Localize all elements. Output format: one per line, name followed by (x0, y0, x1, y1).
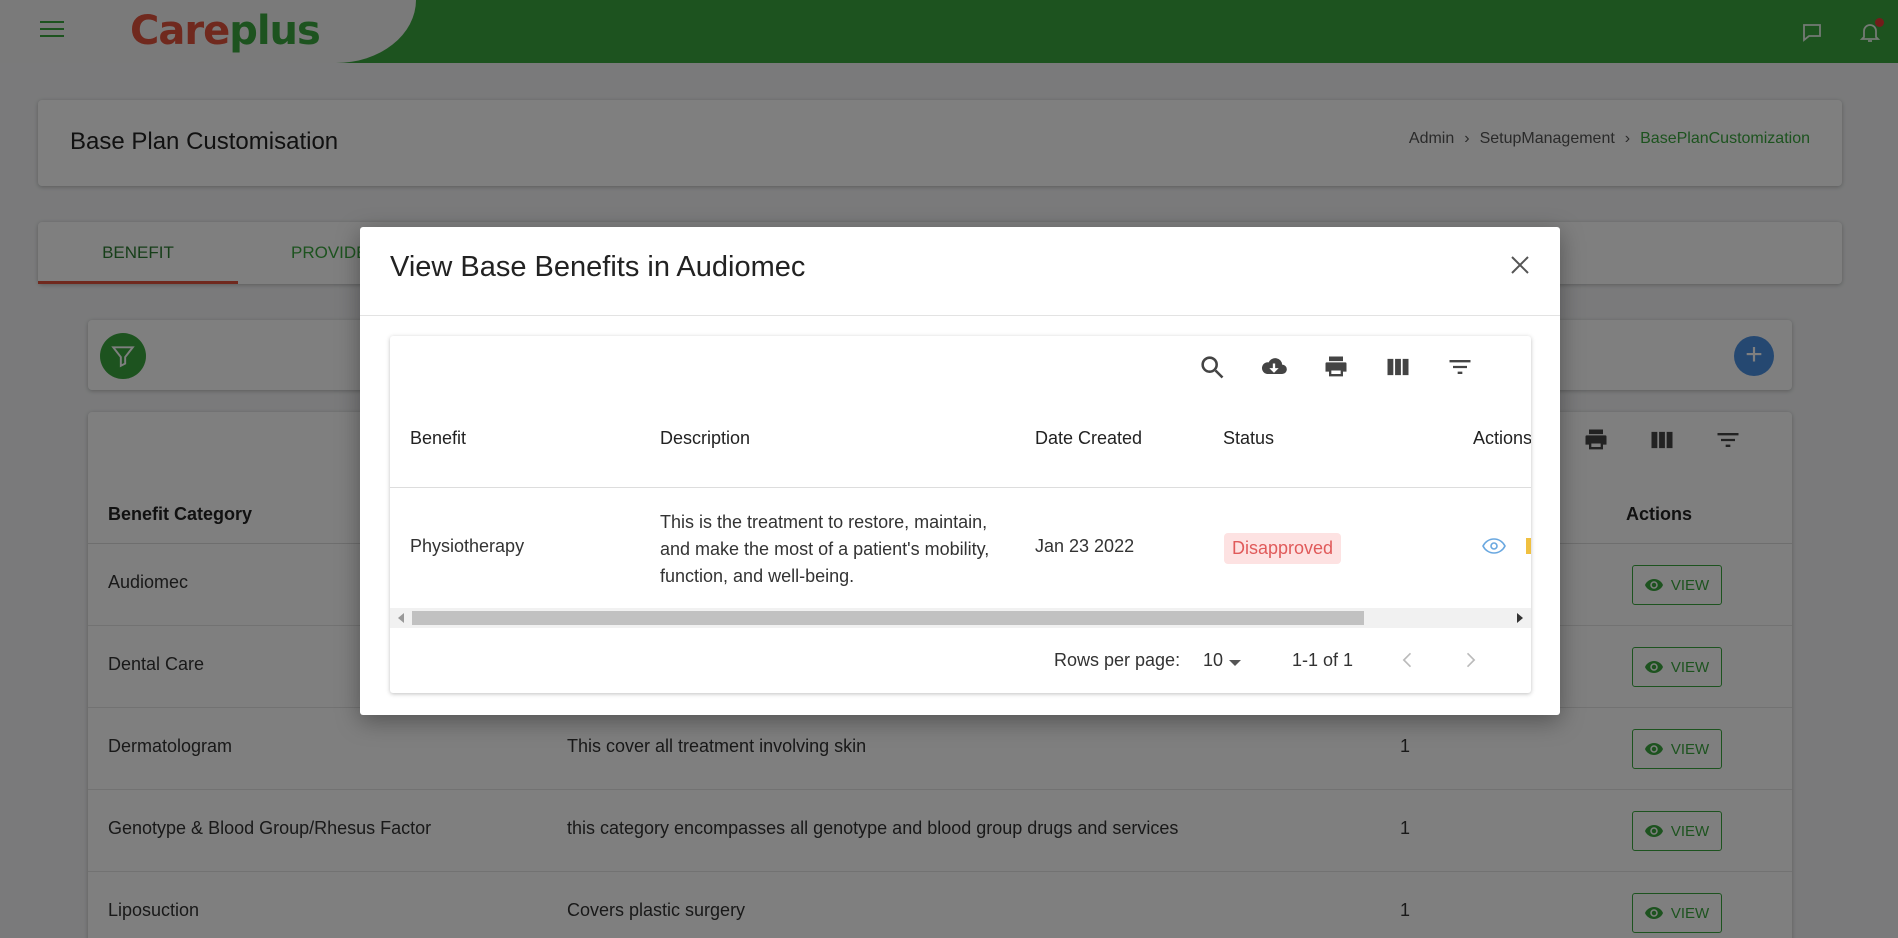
dialog-title: View Base Benefits in Audiomec (390, 251, 806, 283)
header-status[interactable]: Status (1223, 428, 1274, 449)
scroll-right-icon[interactable] (1517, 613, 1523, 623)
table-row: Physiotherapy This is the treatment to r… (390, 488, 1531, 608)
table-header: Benefit Description Date Created Status … (390, 396, 1531, 488)
header-description[interactable]: Description (660, 428, 750, 449)
edit-icon[interactable] (1526, 538, 1531, 554)
chevron-right-icon[interactable] (1460, 650, 1480, 670)
description-line: and make the most of a patient's mobilit… (660, 539, 990, 559)
eye-icon[interactable] (1482, 538, 1506, 554)
columns-icon[interactable] (1384, 353, 1412, 381)
header-date-created[interactable]: Date Created (1035, 428, 1142, 449)
filter-list-icon[interactable] (1446, 353, 1474, 381)
cell-date-created: Jan 23 2022 (1035, 536, 1135, 556)
status-badge: Disapproved (1224, 533, 1342, 564)
search-icon[interactable] (1198, 353, 1226, 381)
benefits-table: Benefit Description Date Created Status … (390, 336, 1531, 693)
chevron-left-icon[interactable] (1398, 650, 1418, 670)
close-icon[interactable] (1508, 253, 1532, 277)
divider (360, 315, 1560, 316)
horizontal-scrollbar[interactable] (390, 608, 1531, 628)
table-toolbar (1198, 353, 1474, 381)
header-benefit[interactable]: Benefit (410, 428, 466, 449)
cell-benefit: Physiotherapy (410, 536, 525, 556)
caret-down-icon[interactable] (1229, 660, 1241, 666)
description-line: This is the treatment to restore, mainta… (660, 512, 988, 532)
print-icon[interactable] (1322, 353, 1350, 381)
scroll-left-icon[interactable] (398, 613, 404, 623)
download-icon[interactable] (1260, 353, 1288, 381)
header-actions: Actions (1473, 428, 1531, 448)
rows-per-page-label: Rows per page: (1054, 650, 1181, 670)
scrollbar-thumb[interactable] (412, 611, 1364, 625)
cell-description: This is the treatment to restore, mainta… (660, 509, 989, 590)
rows-per-page-select[interactable]: 10 (1203, 650, 1223, 671)
page-range: 1-1 of 1 (1292, 650, 1354, 670)
view-benefits-dialog: View Base Benefits in Audiomec Benefit D… (360, 227, 1560, 715)
description-line: function, and well-being. (660, 566, 855, 586)
pagination: Rows per page: 10 1-1 of 1 (390, 628, 1531, 693)
